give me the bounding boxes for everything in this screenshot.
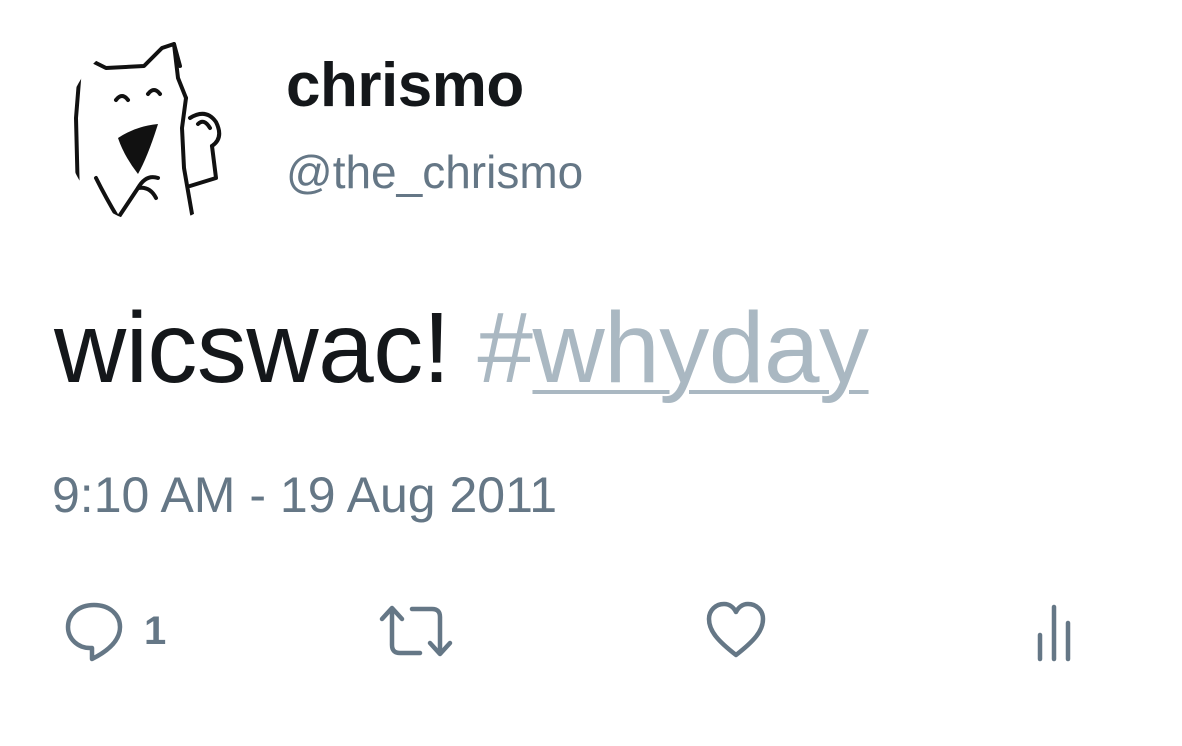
speech-bubble-icon (65, 602, 123, 662)
reply-count: 1 (144, 609, 167, 653)
retweet-button[interactable] (378, 596, 454, 666)
tweet-body: wicswac! (54, 292, 478, 404)
avatar[interactable] (66, 38, 242, 224)
hashtag-word: whyday (532, 292, 869, 404)
tweet-card: chrismo @the_chrismo wicswac! #whyday 9:… (0, 0, 1182, 746)
tweet-actions: 1 (0, 596, 1182, 666)
retweet-icon (379, 605, 453, 657)
cartoon-cat-avatar-icon (74, 42, 222, 220)
analytics-button[interactable] (1032, 596, 1080, 666)
hashtag-symbol: # (477, 292, 533, 404)
like-button[interactable] (704, 596, 768, 666)
hashtag-link[interactable]: #whyday (477, 292, 869, 404)
bar-chart-icon (1037, 604, 1071, 662)
reply-button[interactable]: 1 (62, 596, 166, 666)
author-handle[interactable]: @the_chrismo (286, 142, 583, 202)
tweet-text: wicswac! #whyday (54, 288, 869, 408)
heart-icon (706, 601, 766, 658)
author-display-name[interactable]: chrismo (286, 50, 524, 122)
tweet-timestamp[interactable]: 9:10 AM - 19 Aug 2011 (52, 464, 557, 526)
